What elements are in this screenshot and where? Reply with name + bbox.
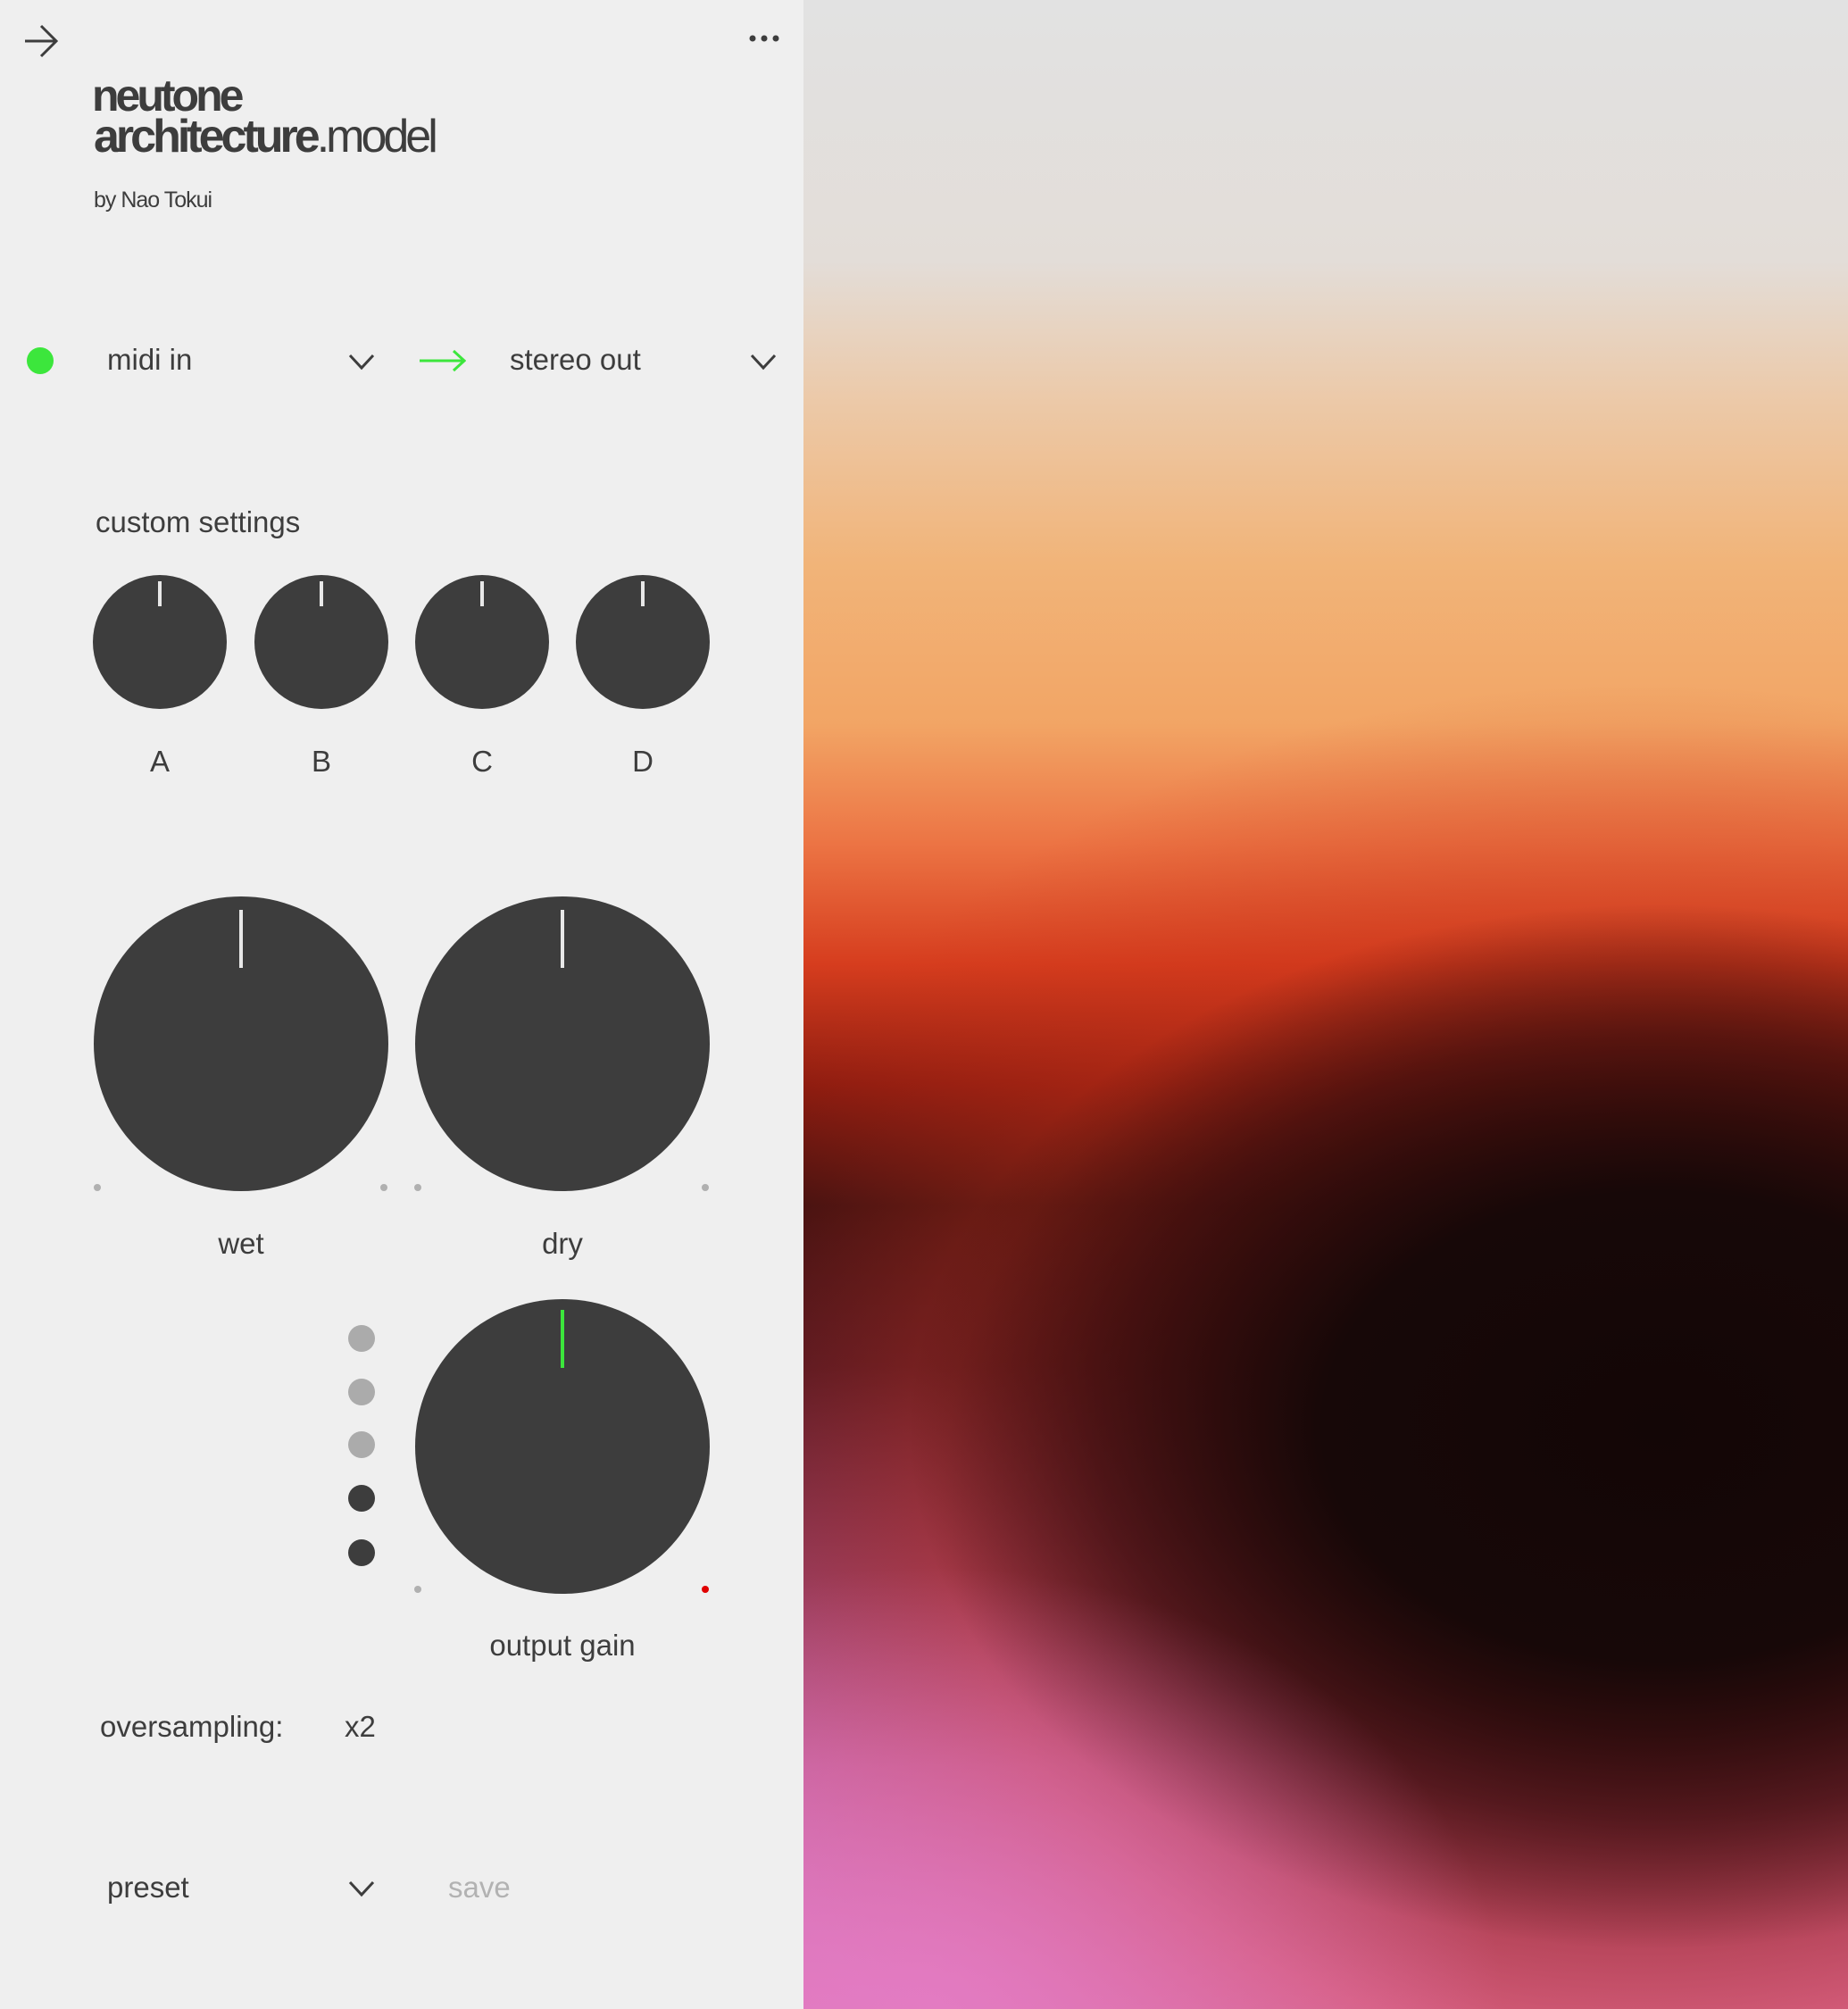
knob-c-label: C	[471, 745, 493, 778]
knob-indicator	[158, 581, 162, 606]
arrow-right-icon	[420, 349, 466, 372]
knob-indicator	[320, 581, 323, 606]
wet-knob[interactable]	[94, 896, 388, 1191]
gain-min-marker	[414, 1586, 421, 1593]
input-select[interactable]: midi in	[107, 343, 192, 377]
control-panel: neutone architecture.model by Nao Tokui …	[0, 0, 803, 2009]
dry-label: dry	[542, 1227, 583, 1260]
wet-min-marker	[94, 1184, 101, 1191]
output-select[interactable]: stereo out	[510, 343, 641, 377]
model-title: architecture.model	[94, 111, 438, 163]
knob-d-label: D	[632, 745, 653, 778]
save-button[interactable]: save	[448, 1871, 511, 1905]
meter-led	[348, 1431, 375, 1458]
meter-led	[348, 1379, 375, 1405]
knob-c[interactable]	[415, 575, 549, 709]
preset-select[interactable]: preset	[107, 1871, 189, 1905]
meter-led-lit	[348, 1485, 375, 1512]
clip-indicator	[702, 1586, 709, 1593]
knob-indicator	[561, 910, 564, 968]
model-suffix: .model	[316, 111, 438, 163]
custom-settings-heading: custom settings	[96, 505, 301, 538]
model-name: architecture	[94, 111, 320, 163]
more-horizontal-icon[interactable]	[748, 32, 780, 45]
status-indicator	[27, 347, 54, 374]
arrow-right-icon[interactable]	[23, 23, 59, 59]
knob-indicator	[641, 581, 645, 606]
chevron-down-icon[interactable]	[348, 348, 375, 375]
dry-min-marker	[414, 1184, 421, 1191]
chevron-down-icon[interactable]	[348, 1875, 375, 1902]
output-gain-label: output gain	[489, 1629, 636, 1662]
knob-indicator	[480, 581, 484, 606]
dry-max-marker	[702, 1184, 709, 1191]
knob-indicator	[239, 910, 243, 968]
wet-label: wet	[218, 1227, 264, 1260]
chevron-down-icon[interactable]	[750, 348, 777, 375]
knob-b-label: B	[311, 745, 331, 778]
dry-knob[interactable]	[415, 896, 710, 1191]
knob-indicator	[561, 1310, 564, 1368]
wet-max-marker	[380, 1184, 387, 1191]
model-artwork	[803, 0, 1848, 2009]
meter-led-lit	[348, 1539, 375, 1566]
output-gain-knob[interactable]	[415, 1299, 710, 1594]
knob-d[interactable]	[576, 575, 710, 709]
meter-led	[348, 1325, 375, 1352]
knob-a-label: A	[149, 745, 170, 778]
oversampling-value[interactable]: x2	[345, 1710, 376, 1744]
oversampling-label: oversampling:	[100, 1710, 284, 1743]
author: by Nao Tokui	[94, 188, 212, 213]
knob-b[interactable]	[254, 575, 388, 709]
knob-a[interactable]	[93, 575, 227, 709]
